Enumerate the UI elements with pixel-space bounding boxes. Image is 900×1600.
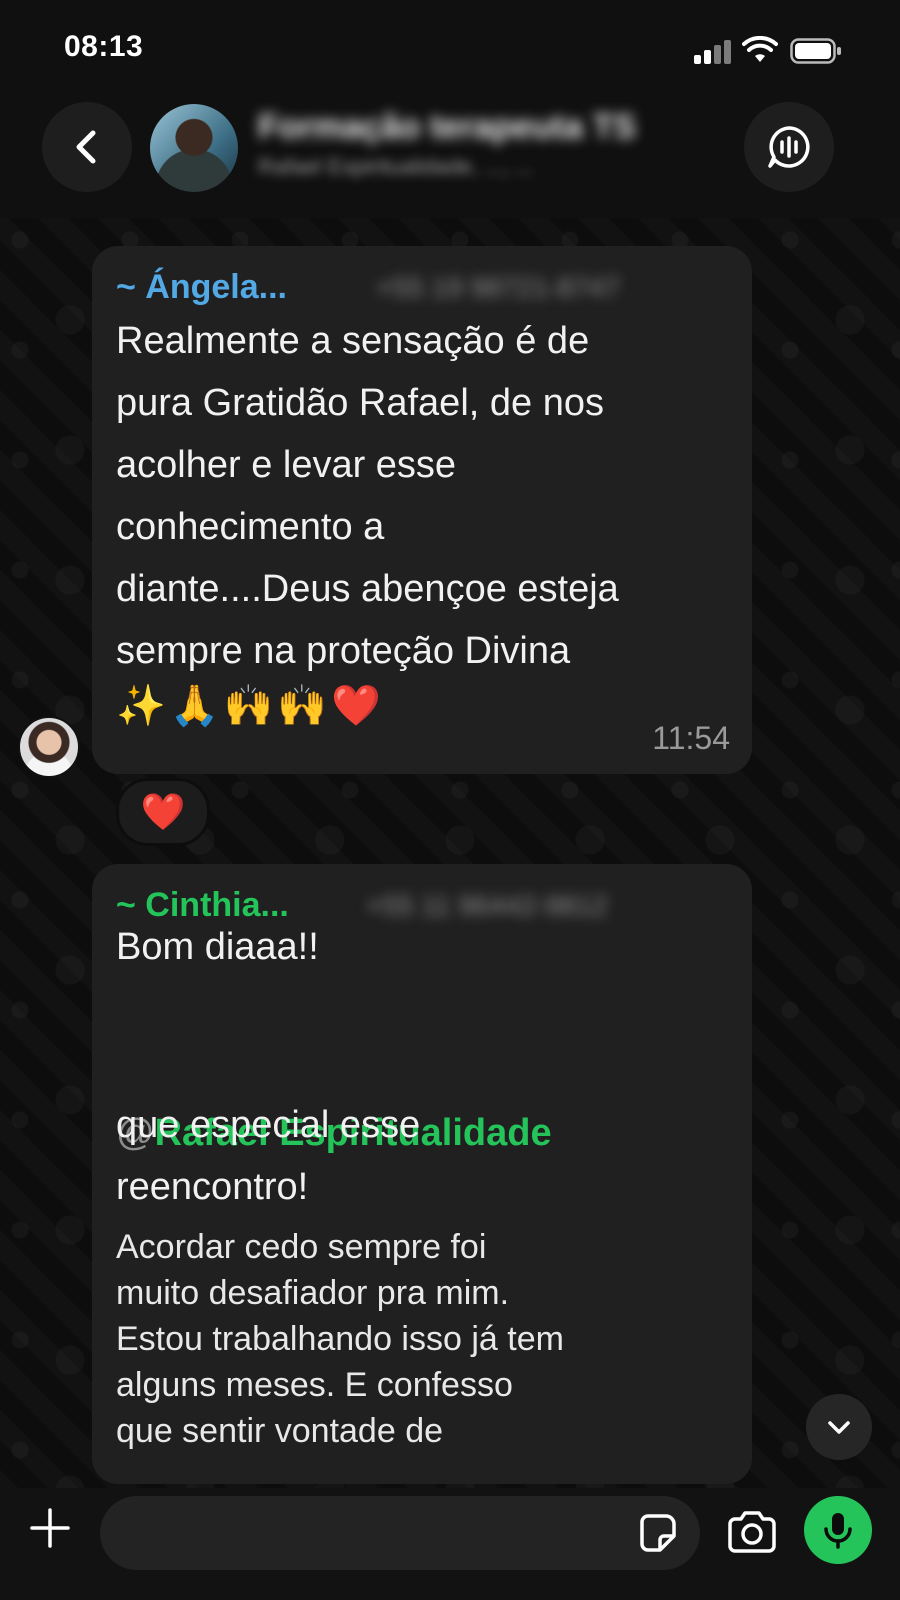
chat-header: Formação terapeuta TS Rafael Espirituali…	[0, 90, 900, 218]
voice-chat-button[interactable]	[744, 102, 834, 192]
status-time: 08:13	[64, 30, 144, 63]
plus-icon	[30, 1508, 70, 1548]
voice-message-button[interactable]	[804, 1496, 872, 1564]
sender-phone: +55 19 98721-8747	[376, 272, 620, 303]
message-quoted-text: Acordar cedo sempre foi muito desafiador…	[116, 1228, 564, 1450]
composer-bar	[0, 1488, 900, 1600]
back-button[interactable]	[42, 102, 132, 192]
message-input[interactable]	[100, 1496, 700, 1570]
status-bar: 08:13	[0, 0, 900, 90]
message-emoji: ✨🙏🙌🙌❤️	[116, 684, 386, 728]
heart-reaction: ❤️	[140, 791, 186, 832]
message-bubble[interactable]: ~ Cinthia... +55 11 96442-9812 Bom diaaa…	[92, 864, 752, 1484]
reaction-badge[interactable]: ❤️	[116, 778, 210, 846]
sticker-icon[interactable]	[636, 1512, 678, 1554]
back-chevron-icon	[76, 130, 96, 164]
message-bubble[interactable]: ~ Ángela... +55 19 98721-8747 Realmente …	[92, 246, 752, 774]
message-time: 11:54	[652, 720, 730, 756]
chevron-down-icon	[828, 1421, 850, 1434]
group-avatar[interactable]	[150, 104, 238, 192]
microphone-icon	[824, 1513, 852, 1549]
wifi-icon	[742, 36, 778, 62]
message-text: Realmente a sensação é de pura Gratidão …	[116, 320, 619, 672]
camera-icon[interactable]	[726, 1508, 778, 1556]
sender-avatar[interactable]	[18, 716, 80, 778]
attach-button[interactable]	[24, 1502, 76, 1554]
voice-chat-icon	[768, 126, 810, 168]
message-text: que especial esse reencontro!	[116, 1104, 421, 1208]
chat-screen: 08:13 Formação terapeuta TS Rafael Espir…	[0, 0, 900, 1600]
scroll-to-bottom-button[interactable]	[806, 1394, 872, 1460]
sender-row: ~ Ángela... +55 19 98721-8747	[116, 268, 736, 314]
sender-name[interactable]: ~ Ángela...	[116, 268, 287, 307]
group-name[interactable]: Formação terapeuta TS	[258, 108, 636, 147]
group-members-subtitle[interactable]: Rafael Espiritualidade, ..., ...	[258, 154, 533, 180]
battery-icon	[790, 38, 841, 64]
message-greeting: Bom diaaa!!	[116, 926, 319, 968]
cellular-signal-icon	[694, 38, 734, 64]
